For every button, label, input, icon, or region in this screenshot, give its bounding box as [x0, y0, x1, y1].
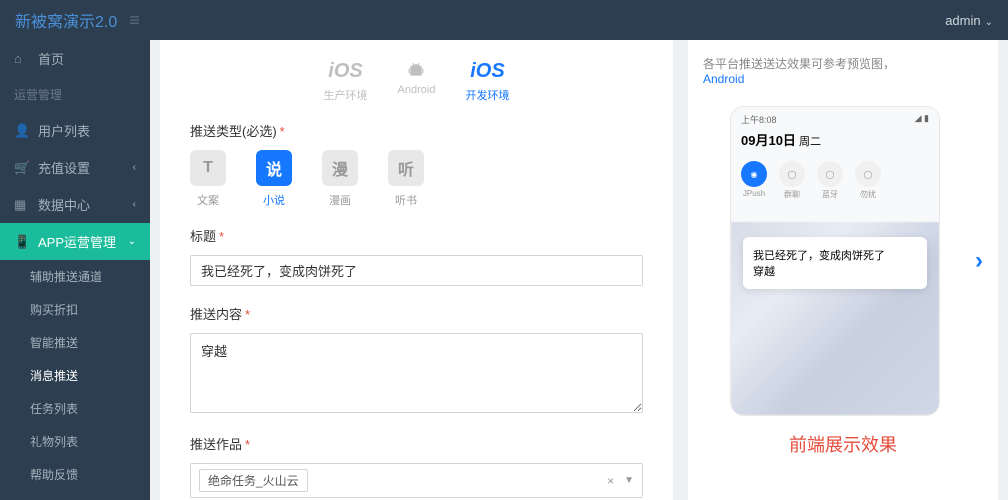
nav-app-ops[interactable]: 📱 APP运营管理 ⌄ [0, 223, 150, 260]
preview-caption: 前端展示效果 [703, 431, 983, 457]
chevron-left-icon: ‹ [133, 162, 136, 173]
brand-title: 新被窝演示2.0 [15, 8, 117, 32]
nav-label: 首页 [38, 49, 64, 68]
env-label: 开发环境 [465, 87, 509, 103]
phone-date: 09月10日 周二 [731, 128, 939, 155]
user-menu[interactable]: admin ⌄ [945, 13, 993, 28]
nav-sub-tasks[interactable]: 任务列表 [0, 392, 150, 425]
nav-sub-smart-push[interactable]: 智能推送 [0, 326, 150, 359]
env-tab-ios-dev[interactable]: iOS 开发环境 [465, 60, 509, 103]
form-panel: iOS 生产环境 Android iOS 开发环境 推送类型(必选)* [160, 40, 673, 500]
work-select[interactable]: 绝命任务_火山云 × ▼ [190, 463, 643, 498]
type-comic[interactable]: 漫 漫画 [322, 150, 358, 208]
nav-sub-msg-push[interactable]: 消息推送 [0, 359, 150, 392]
env-tab-ios-prod[interactable]: iOS 生产环境 [324, 60, 368, 103]
nav-recharge[interactable]: 🛒 充值设置 ‹ [0, 149, 150, 186]
chevron-left-icon: ‹ [133, 199, 136, 210]
phone-quicksettings: ◉JPush ◯群聊 ◯蓝牙 ◯勿扰 [731, 155, 939, 210]
type-label: 听书 [388, 192, 424, 208]
content-label: 推送内容* [190, 304, 643, 323]
nav-sub-gifts[interactable]: 礼物列表 [0, 425, 150, 458]
nav-label: 数据中心 [38, 195, 90, 214]
nav-label: APP运营管理 [38, 232, 116, 251]
phone-statusbar: 上午8:08 ◢ ▮ [731, 107, 939, 128]
notif-body: 穿越 [753, 263, 917, 279]
data-icon: ▦ [14, 197, 30, 213]
dropdown-icon: ▼ [624, 475, 634, 486]
dnd-icon: ◯ [855, 161, 881, 187]
nav-sub-discount[interactable]: 购买折扣 [0, 293, 150, 326]
nav-sub-help-fb[interactable]: 帮助反馈 [0, 458, 150, 491]
type-text[interactable]: T 文案 [190, 150, 226, 208]
type-audio-icon: 听 [388, 150, 424, 186]
preview-panel: 各平台推送送达效果可参考预览图， Android 上午8:08 ◢ ▮ 09月1… [688, 40, 998, 500]
phone-preview: 上午8:08 ◢ ▮ 09月10日 周二 ◉JPush ◯群聊 ◯蓝牙 ◯勿扰 [730, 106, 940, 416]
type-label: 文案 [190, 192, 226, 208]
phone-icon: 📱 [14, 234, 30, 250]
main-content: iOS 生产环境 Android iOS 开发环境 推送类型(必选)* [150, 40, 1008, 500]
content-textarea[interactable]: 穿越 [190, 333, 643, 413]
title-input[interactable] [190, 255, 643, 286]
sidebar: ⌂ 首页 运营管理 👤 用户列表 🛒 充值设置 ‹ ▦ 数据中心 ‹ 📱 APP… [0, 40, 150, 500]
type-novel[interactable]: 说 小说 [256, 150, 292, 208]
notif-title: 我已经死了，变成肉饼死了 [753, 247, 917, 263]
type-text-icon: T [190, 150, 226, 186]
phone-notification: 我已经死了，变成肉饼死了 穿越 [743, 237, 927, 289]
chat-icon: ◯ [779, 161, 805, 187]
android-icon [405, 60, 427, 80]
preview-android-link[interactable]: Android [703, 72, 983, 86]
preview-next-arrow[interactable]: › [975, 247, 983, 275]
env-label: 生产环境 [324, 87, 368, 103]
nav-section-ops: 运营管理 [0, 77, 150, 112]
type-comic-icon: 漫 [322, 150, 358, 186]
type-label: 小说 [256, 192, 292, 208]
cart-icon: 🛒 [14, 160, 30, 176]
env-ios-icon: iOS [465, 60, 509, 83]
nav-sub-push-channel[interactable]: 辅助推送通道 [0, 260, 150, 293]
push-type-label: 推送类型(必选)* [190, 121, 643, 140]
bluetooth-icon: ◯ [817, 161, 843, 187]
preview-note: 各平台推送送达效果可参考预览图， [703, 55, 983, 72]
type-audio[interactable]: 听 听书 [388, 150, 424, 208]
nav-label: 充值设置 [38, 158, 90, 177]
work-tag: 绝命任务_火山云 [199, 469, 308, 492]
type-novel-icon: 说 [256, 150, 292, 186]
wifi-icon: ◉ [741, 161, 767, 187]
work-label: 推送作品* [190, 434, 643, 453]
chevron-down-icon: ⌄ [128, 236, 136, 247]
nav-label: 用户列表 [38, 121, 90, 140]
env-tab-android[interactable]: Android [398, 60, 436, 103]
chevron-down-icon: ⌄ [985, 17, 993, 28]
env-ios-icon: iOS [324, 60, 368, 83]
title-label: 标题* [190, 226, 643, 245]
clear-icon[interactable]: × [607, 474, 614, 488]
nav-users[interactable]: 👤 用户列表 [0, 112, 150, 149]
env-label: Android [398, 84, 436, 96]
nav-sub-user-fb[interactable]: 用户反馈 [0, 491, 150, 500]
signal-icon: ◢ ▮ [915, 113, 929, 126]
home-icon: ⌂ [14, 51, 30, 66]
type-label: 漫画 [322, 192, 358, 208]
nav-home[interactable]: ⌂ 首页 [0, 40, 150, 77]
menu-toggle-icon[interactable]: ≡ [129, 10, 140, 31]
users-icon: 👤 [14, 123, 30, 139]
user-name: admin [945, 13, 980, 28]
nav-data[interactable]: ▦ 数据中心 ‹ [0, 186, 150, 223]
